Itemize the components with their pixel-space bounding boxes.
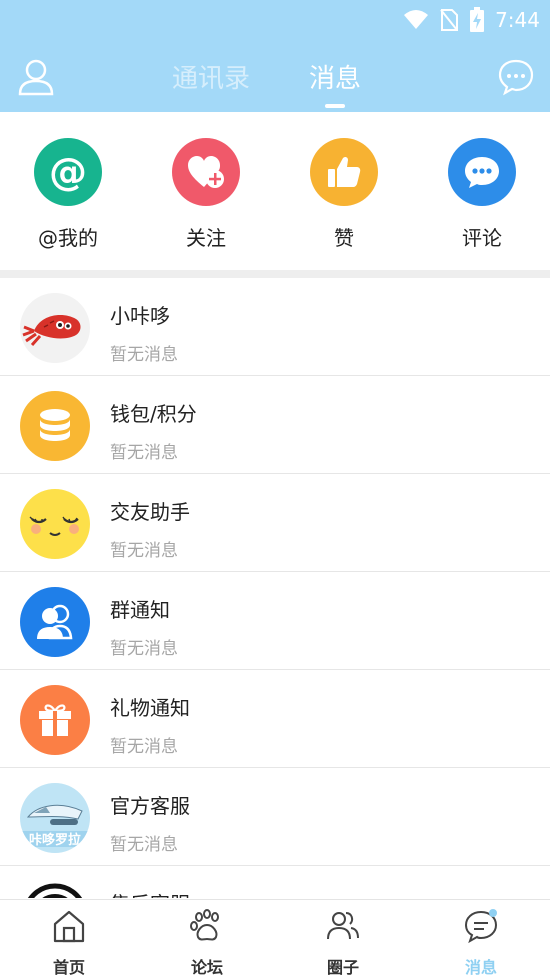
message-title: 官方客服 — [110, 794, 190, 818]
squid-mascot-avatar — [20, 293, 90, 363]
quick-action-at-me[interactable]: @ @我的 — [18, 138, 118, 251]
home-icon — [53, 910, 85, 943]
tab-messages[interactable]: 消息 — [309, 58, 361, 95]
battery-charging-icon — [470, 7, 485, 32]
title-bar: 通讯录 消息 — [0, 52, 550, 108]
nav-forum[interactable]: 论坛 — [167, 908, 247, 978]
after-sales-avatar — [20, 881, 90, 898]
nav-home[interactable]: 首页 — [29, 908, 109, 978]
message-preview: 暂无消息 — [110, 541, 178, 561]
people-icon — [327, 912, 359, 940]
message-preview: 暂无消息 — [110, 443, 178, 463]
list-item[interactable]: 群通知 暂无消息 — [0, 572, 550, 670]
list-item[interactable]: 小咔哆 暂无消息 — [0, 278, 550, 376]
message-preview: 暂无消息 — [110, 737, 178, 757]
no-sim-icon — [440, 9, 459, 31]
gift-icon — [20, 685, 90, 755]
message-list: 小咔哆 暂无消息 钱包/积分 暂无消息 交友助手 暂无消息 群通知 暂无消息 礼… — [0, 278, 550, 898]
quick-action-label: 关注 — [186, 226, 226, 250]
message-preview: 暂无消息 — [110, 345, 178, 365]
wifi-icon — [404, 10, 429, 29]
nav-label: 首页 — [52, 958, 85, 977]
list-item[interactable]: 钱包/积分 暂无消息 — [0, 376, 550, 474]
message-preview: 暂无消息 — [110, 639, 178, 659]
app-header: 7:44 通讯录 消息 — [0, 0, 550, 112]
heart-plus-icon — [172, 138, 240, 206]
list-item[interactable]: 售后客服 — [0, 866, 550, 898]
official-service-avatar: 咔哆罗拉 — [20, 783, 90, 853]
list-item[interactable]: 礼物通知 暂无消息 — [0, 670, 550, 768]
quick-action-label: 评论 — [462, 226, 502, 250]
status-time: 7:44 — [495, 8, 540, 32]
bottom-navigation: 首页 论坛 圈子 消息 — [0, 899, 550, 979]
active-tab-indicator — [325, 104, 345, 108]
section-divider — [0, 270, 550, 278]
quick-action-label: @我的 — [38, 226, 98, 250]
nav-label: 论坛 — [190, 958, 223, 977]
list-item[interactable]: 交友助手 暂无消息 — [0, 474, 550, 572]
message-icon — [464, 909, 498, 944]
quick-action-comments[interactable]: 评论 — [432, 138, 532, 251]
nav-messages[interactable]: 消息 — [441, 908, 521, 978]
message-title: 钱包/积分 — [110, 402, 197, 426]
quick-actions: @ @我的 关注 赞 评论 — [0, 112, 550, 272]
avatar-text: 咔哆罗拉 — [28, 833, 81, 848]
message-title: 礼物通知 — [110, 696, 190, 720]
paw-icon — [190, 909, 219, 941]
nav-label: 圈子 — [326, 958, 359, 977]
smiley-face-icon — [20, 489, 90, 559]
nav-circle[interactable]: 圈子 — [303, 908, 383, 978]
nav-label: 消息 — [464, 958, 497, 977]
status-bar: 7:44 — [403, 6, 540, 34]
group-users-icon — [20, 587, 90, 657]
quick-action-likes[interactable]: 赞 — [294, 138, 394, 251]
message-title: 小咔哆 — [110, 304, 170, 328]
message-title: 交友助手 — [110, 500, 190, 524]
at-icon: @ — [34, 138, 102, 206]
quick-action-label: 赞 — [334, 226, 354, 250]
tab-contacts[interactable]: 通讯录 — [172, 58, 250, 95]
chat-bubble-icon[interactable] — [498, 56, 534, 96]
quick-action-follow[interactable]: 关注 — [156, 138, 256, 251]
message-preview: 暂无消息 — [110, 835, 178, 855]
user-profile-icon[interactable] — [18, 56, 54, 96]
list-item[interactable]: 咔哆罗拉 官方客服 暂无消息 — [0, 768, 550, 866]
coins-icon — [20, 391, 90, 461]
message-title: 售后客服 — [110, 888, 190, 898]
comment-icon — [448, 138, 516, 206]
message-title: 群通知 — [110, 598, 170, 622]
thumbs-up-icon — [310, 138, 378, 206]
